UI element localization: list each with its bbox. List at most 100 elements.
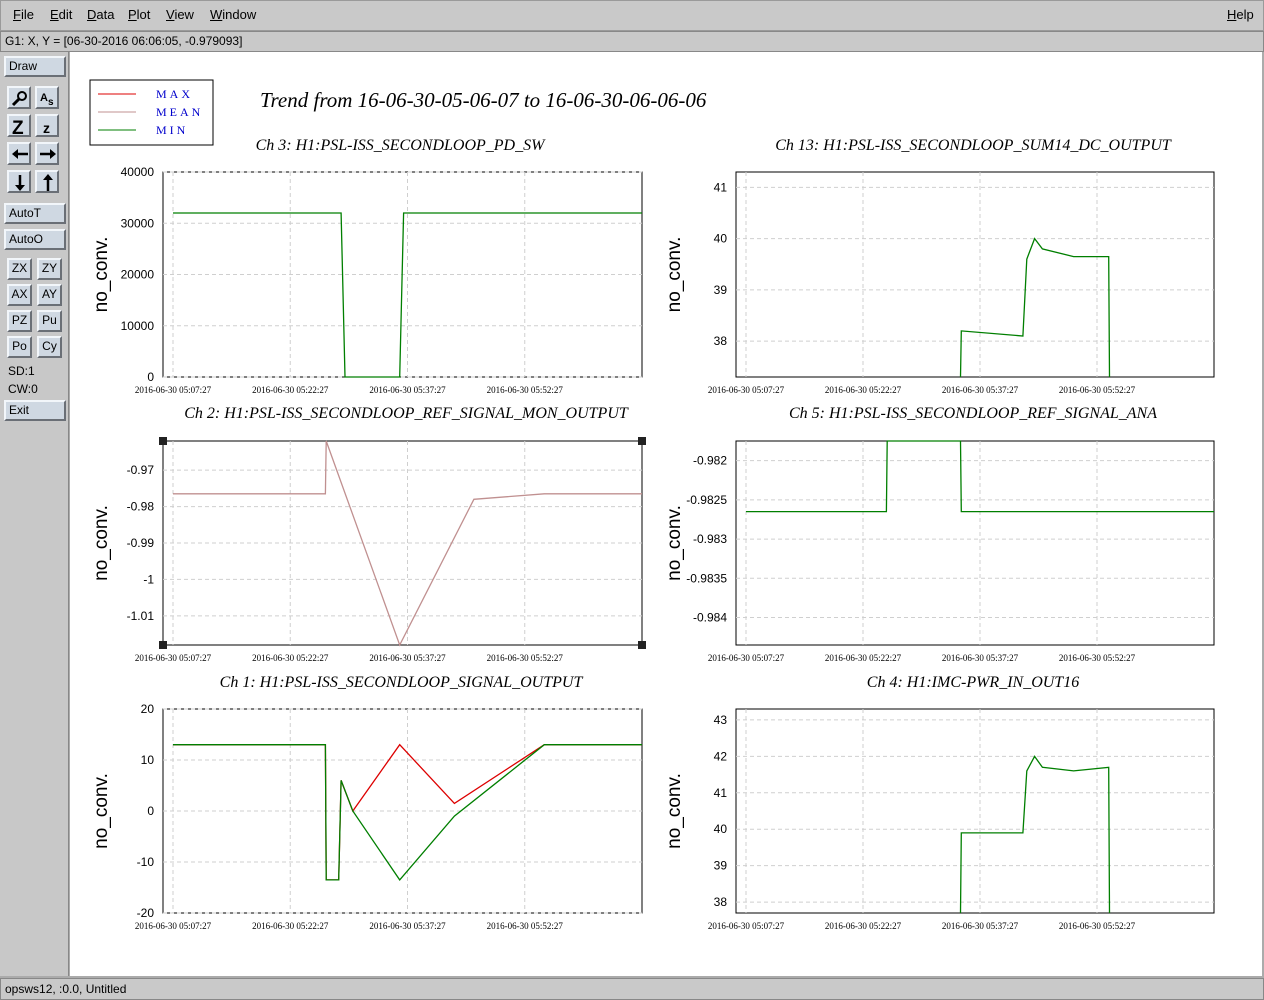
menu-file[interactable]: File	[13, 7, 34, 22]
chart-title: Ch 5: H1:PSL-ISS_SECONDLOOP_REF_SIGNAL_A…	[789, 405, 1157, 422]
legend-box: MAX MEAN MIN	[89, 79, 214, 146]
chart-title: Ch 3: H1:PSL-ISS_SECONDLOOP_PD_SW	[256, 137, 547, 154]
ax-button[interactable]: AX	[7, 284, 32, 306]
y-tick-label: 10	[141, 753, 155, 767]
y-tick-label: 41	[714, 180, 728, 194]
svg-text:A: A	[40, 92, 48, 104]
x-tick-label: 2016-06-30 05:52:27	[1059, 385, 1136, 395]
menu-plot[interactable]: Plot	[128, 7, 150, 22]
zx-button[interactable]: ZX	[7, 258, 32, 280]
pan-up-button[interactable]	[35, 170, 59, 193]
zoom-small-button[interactable]: z	[35, 114, 59, 137]
menu-window[interactable]: Window	[210, 7, 256, 22]
arrow-down-icon	[15, 175, 25, 191]
chart-panel-4: Ch 5: H1:PSL-ISS_SECONDLOOP_REF_SIGNAL_A…	[664, 405, 1215, 663]
menu-view[interactable]: View	[166, 7, 194, 22]
y-tick-label: -1	[143, 572, 154, 586]
zoom-large-button[interactable]: Z	[7, 114, 31, 137]
y-axis-label: no_conv.	[664, 237, 685, 313]
chart-title: Ch 2: H1:PSL-ISS_SECONDLOOP_REF_SIGNAL_M…	[184, 405, 629, 422]
y-tick-label: 41	[714, 786, 728, 800]
po-button[interactable]: Po	[7, 336, 32, 358]
legend-min-label: MIN	[156, 123, 188, 137]
pan-down-button[interactable]	[7, 170, 31, 193]
y-tick-label: -0.983	[693, 532, 727, 546]
zoom-z-icon: Z	[12, 118, 24, 135]
draw-button[interactable]: Draw	[4, 56, 66, 77]
cy-button[interactable]: Cy	[37, 336, 62, 358]
svg-text:Z: Z	[12, 118, 24, 135]
chart-title: Ch 4: H1:IMC-PWR_IN_OUT16	[867, 674, 1079, 691]
coordinate-readout-bar: G1: X, Y = [06-30-2016 06:06:05, -0.9790…	[0, 31, 1264, 52]
x-tick-label: 2016-06-30 05:37:27	[369, 921, 446, 931]
x-tick-label: 2016-06-30 05:52:27	[487, 921, 564, 931]
y-axis-label: no_conv.	[91, 773, 112, 849]
exit-button[interactable]: Exit	[4, 400, 66, 421]
magnifier-icon	[11, 91, 27, 107]
chart-panel-1: Ch 3: H1:PSL-ISS_SECONDLOOP_PD_SW 2016-06…	[91, 137, 643, 395]
plot-area[interactable]: MAX MEAN MIN Trend from 16-06-30-05-06-0…	[70, 52, 1262, 976]
y-tick-label: 38	[714, 334, 728, 348]
coordinate-readout: G1: X, Y = [06-30-2016 06:06:05, -0.9790…	[5, 34, 243, 48]
y-tick-label: -20	[137, 906, 155, 920]
auto-t-button[interactable]: AutoT	[4, 203, 66, 224]
y-tick-label: 0	[147, 370, 154, 384]
chart-panel-5: Ch 1: H1:PSL-ISS_SECONDLOOP_SIGNAL_OUTPU…	[91, 674, 643, 931]
arrow-right-icon	[40, 149, 56, 159]
chart-panel-3: Ch 2: H1:PSL-ISS_SECONDLOOP_REF_SIGNAL_M…	[91, 405, 646, 663]
pz-button[interactable]: PZ	[7, 310, 32, 332]
x-tick-label: 2016-06-30 05:22:27	[252, 653, 329, 663]
auto-o-button[interactable]: AutoO	[4, 229, 66, 250]
legend-max-label: MAX	[156, 87, 193, 101]
main-title: Trend from 16-06-30-05-06-07 to 16-06-30…	[260, 88, 707, 112]
zy-button[interactable]: ZY	[37, 258, 62, 280]
selection-handle	[638, 641, 646, 649]
svg-text:s: s	[48, 97, 54, 107]
x-tick-label: 2016-06-30 05:22:27	[252, 921, 329, 931]
x-tick-label: 2016-06-30 05:22:27	[825, 653, 902, 663]
y-axis-label: no_conv.	[664, 505, 685, 581]
text-size-tool-button[interactable]: As	[35, 86, 59, 109]
x-tick-label: 2016-06-30 05:07:27	[708, 385, 785, 395]
chart-frame	[735, 708, 1215, 914]
x-tick-label: 2016-06-30 05:07:27	[135, 385, 212, 395]
x-tick-label: 2016-06-30 05:07:27	[135, 921, 212, 931]
menu-bar: File Edit Data Plot View Window Help	[0, 0, 1264, 31]
status-text: opsws12, :0.0, Untitled	[5, 982, 127, 996]
plot-canvas[interactable]: MAX MEAN MIN Trend from 16-06-30-05-06-0…	[70, 52, 1262, 976]
x-tick-label: 2016-06-30 05:52:27	[487, 385, 564, 395]
arrow-up-icon	[43, 174, 53, 191]
y-tick-label: -0.9825	[686, 493, 727, 507]
arrow-left-icon	[12, 149, 28, 159]
x-tick-label: 2016-06-30 05:07:27	[708, 653, 785, 663]
text-size-icon: As	[40, 92, 54, 107]
menu-data[interactable]: Data	[87, 7, 114, 22]
zoom-z-small-icon: z	[43, 120, 50, 135]
y-tick-label: -0.984	[693, 611, 727, 625]
sd-label: SD:1	[8, 364, 35, 378]
svg-text:z: z	[43, 120, 50, 135]
y-axis-label: no_conv.	[91, 237, 112, 313]
pu-button[interactable]: Pu	[37, 310, 62, 332]
chart-frame	[735, 171, 1215, 378]
chart-title: Ch 1: H1:PSL-ISS_SECONDLOOP_SIGNAL_OUTPU…	[220, 674, 584, 691]
pan-left-button[interactable]	[7, 142, 31, 165]
y-tick-label: 10000	[121, 319, 155, 333]
menu-edit[interactable]: Edit	[50, 7, 72, 22]
x-tick-label: 2016-06-30 05:37:27	[942, 385, 1019, 395]
chart-frame	[735, 440, 1215, 646]
x-tick-label: 2016-06-30 05:37:27	[369, 653, 446, 663]
ay-button[interactable]: AY	[37, 284, 62, 306]
chart-title: Ch 13: H1:PSL-ISS_SECONDLOOP_SUM14_DC_OU…	[775, 137, 1172, 154]
x-tick-label: 2016-06-30 05:22:27	[252, 385, 329, 395]
y-tick-label: -10	[137, 855, 155, 869]
x-tick-label: 2016-06-30 05:22:27	[825, 921, 902, 931]
y-tick-label: 43	[714, 713, 728, 727]
menu-help[interactable]: Help	[1227, 7, 1254, 22]
magnify-tool-button[interactable]	[7, 86, 31, 109]
pan-right-button[interactable]	[35, 142, 59, 165]
x-tick-label: 2016-06-30 05:07:27	[135, 653, 212, 663]
cw-label: CW:0	[8, 382, 38, 396]
x-tick-label: 2016-06-30 05:52:27	[1059, 653, 1136, 663]
y-axis-label: no_conv.	[664, 773, 685, 849]
